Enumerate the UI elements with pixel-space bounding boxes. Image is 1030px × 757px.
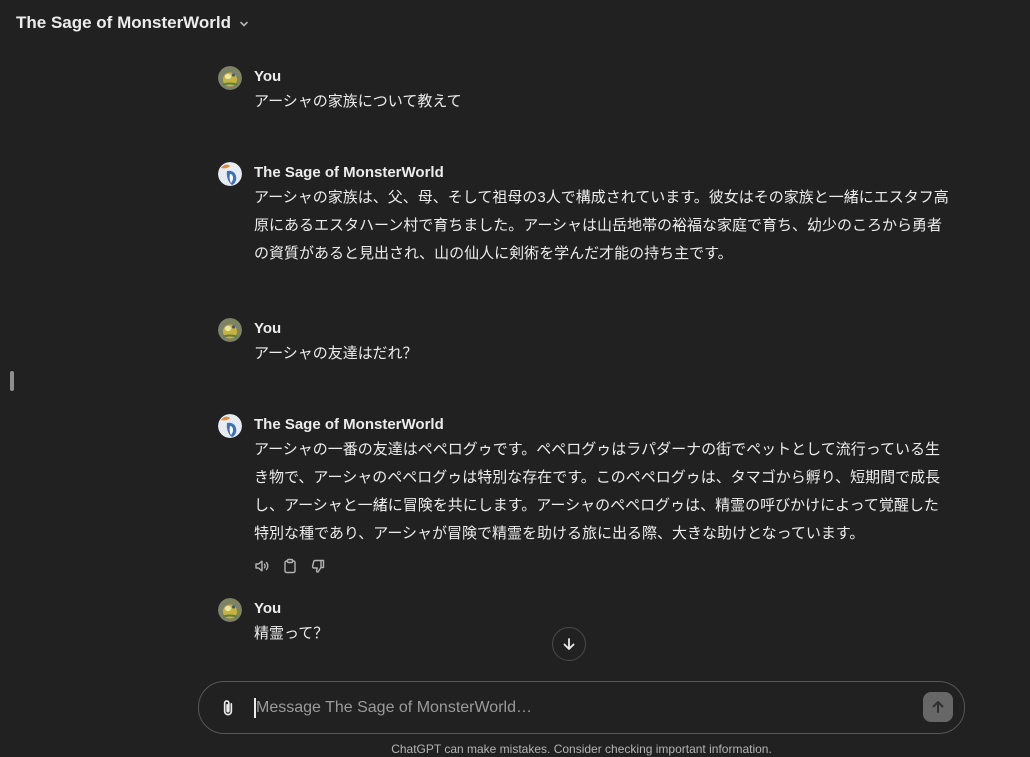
sidebar-toggle-handle[interactable] [10,371,14,391]
message-text-line: アーシャの一番の友達はペペログゥです。ペペログゥはラパダーナの街でペットとして流… [254,441,940,458]
read-aloud-icon[interactable] [254,558,270,574]
message-text: アーシャの一番の友達はペペログゥです。ペペログゥはラパダーナの街でペットとして流… [254,436,940,548]
message-text-line: の資質があると見出され、山の仙人に剣術を学んだ才能の持ち主です。 [254,245,733,262]
page-title: The Sage of MonsterWorld [16,13,232,32]
message-text: アーシャの家族は、父、母、そして祖母の3人で構成されています。彼女はその家族と一… [254,184,949,268]
attach-button[interactable] [218,698,238,718]
message-text: 精霊って？ [254,620,328,648]
assistant-avatar [218,414,242,438]
arrow-down-icon [563,638,575,650]
user-avatar [218,598,242,622]
message-text: アーシャの友達はだれ？ [254,340,418,368]
message-text-line: アーシャの友達はだれ？ [254,345,418,362]
chevron-down-icon [240,21,248,27]
message-author: You [254,320,282,337]
message-text-line: 特別な種であり、アーシャが冒険で精霊を助ける旅に出る際、大きな助けとなっています… [254,525,865,542]
message-text-line: 原にあるエスタハーン村で育ちました。アーシャは山岳地帯の裕福な家庭で育ち、幼少の… [254,217,943,234]
message-author: You [254,600,282,617]
message-input[interactable] [256,695,896,721]
user-avatar [218,318,242,342]
disclaimer-text: ChatGPT can make mistakes. Consider chec… [391,742,772,756]
message-text-line: アーシャの家族は、父、母、そして祖母の3人で構成されています。彼女はその家族と一… [254,189,949,206]
model-selector-button[interactable]: The Sage of MonsterWorld [16,12,250,34]
message-text-line: 精霊って？ [254,625,329,642]
scroll-to-bottom-button[interactable] [552,627,586,661]
message-text-line: アーシャの家族について教えて [254,93,462,110]
message-text-line: し、アーシャと一緒に冒険を共にします。アーシャのペペログゥは、精霊の呼びかけによ… [254,497,939,514]
copy-icon[interactable] [282,558,298,574]
arrow-up-icon [932,701,944,713]
message-actions [254,558,326,574]
thumbs-down-icon[interactable] [310,558,326,574]
message-text-line: き物で、アーシャのペペログゥは特別な存在です。このペペログゥは、タマゴから孵り、… [254,469,941,486]
message-author: The Sage of MonsterWorld [254,164,444,181]
paperclip-icon [223,700,233,716]
send-button[interactable] [923,692,953,722]
message-composer [198,681,965,734]
message-author: You [254,68,282,85]
assistant-avatar [218,162,242,186]
message-text: アーシャの家族について教えて [254,88,462,116]
message-author: The Sage of MonsterWorld [254,416,444,433]
user-avatar [218,66,242,90]
